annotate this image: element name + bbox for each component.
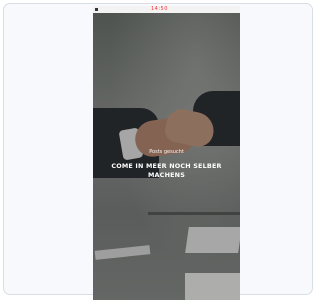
hero-title: COME IN MEER NOCH SELBER MACHENS	[111, 162, 222, 179]
status-bar: 14:50	[93, 6, 240, 13]
status-time: 14:50	[151, 6, 168, 12]
hero-text: Posts gesucht COME IN MEER NOCH SELBER M…	[93, 149, 240, 180]
hero-subtitle: Posts gesucht	[149, 149, 184, 155]
status-icon	[95, 8, 98, 11]
phone-screen: 14:50 Posts gesucht COME IN MEER NOCH SE…	[93, 6, 240, 300]
